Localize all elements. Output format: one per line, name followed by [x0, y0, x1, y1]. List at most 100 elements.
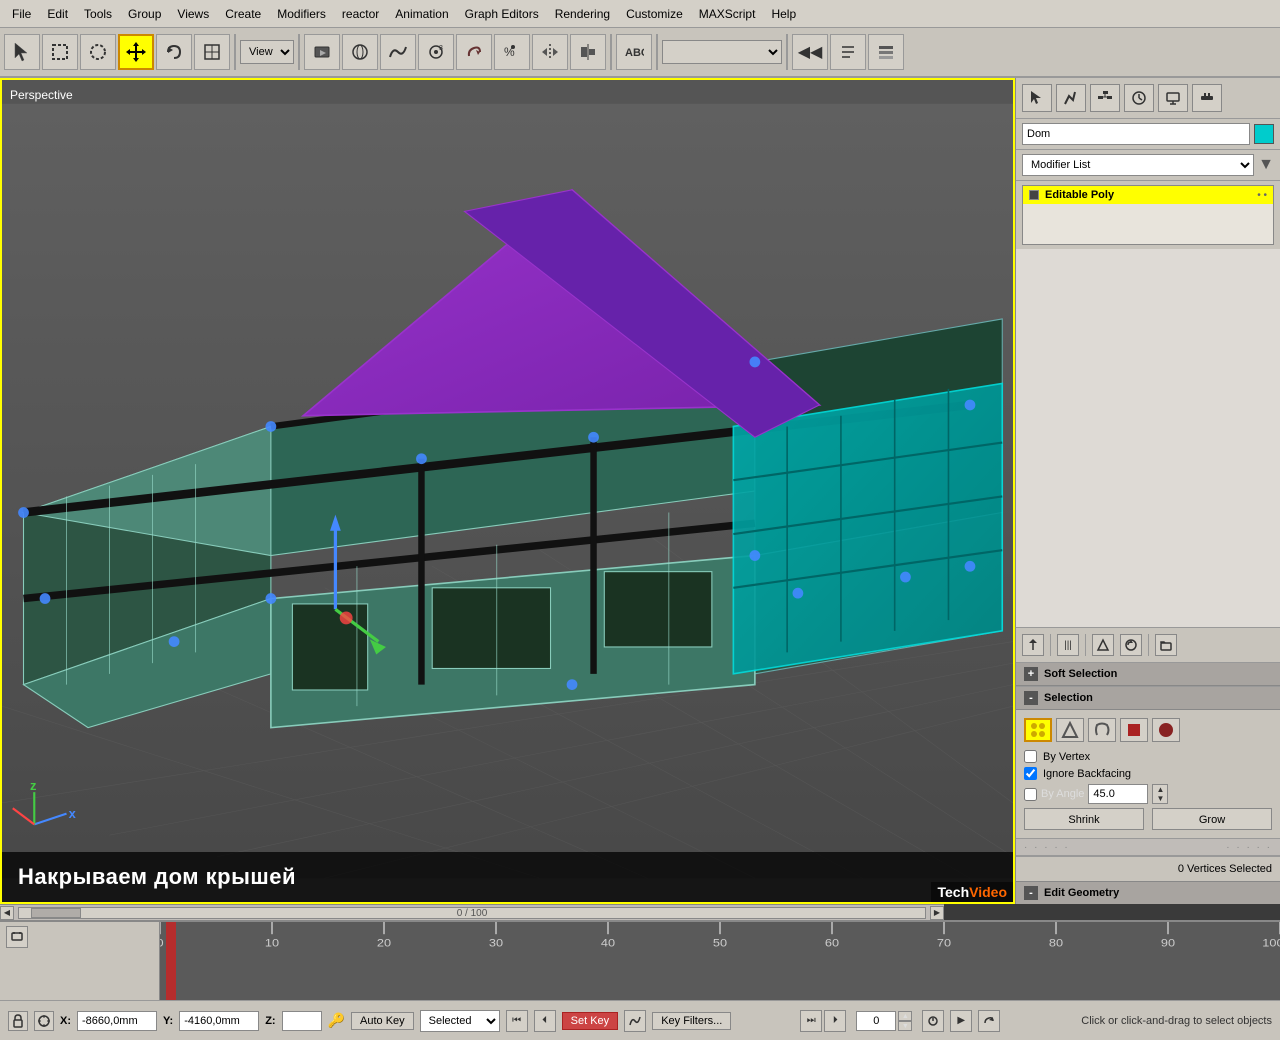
- menu-graph-editors[interactable]: Graph Editors: [457, 5, 547, 23]
- panel-motion-icon[interactable]: [1124, 84, 1154, 112]
- percent-btn[interactable]: %: [494, 34, 530, 70]
- scroll-right-arrow[interactable]: ▶: [930, 906, 944, 920]
- modifier-entry-editable-poly[interactable]: Editable Poly • •: [1023, 186, 1273, 204]
- frame-spinner[interactable]: ▲ ▼: [898, 1011, 912, 1031]
- scroll-handle[interactable]: [31, 908, 81, 918]
- menu-group[interactable]: Group: [120, 5, 169, 23]
- object-name-input[interactable]: [1022, 123, 1250, 145]
- angle-spinner-up[interactable]: ▲: [1153, 785, 1167, 794]
- menu-tools[interactable]: Tools: [76, 5, 120, 23]
- shrink-button[interactable]: Shrink: [1024, 808, 1144, 830]
- go-end-btn[interactable]: ⏭: [800, 1010, 822, 1032]
- menu-create[interactable]: Create: [217, 5, 269, 23]
- go-start-btn[interactable]: ⏮: [506, 1010, 528, 1032]
- menu-reactor[interactable]: reactor: [334, 5, 387, 23]
- rect-select-btn[interactable]: [42, 34, 78, 70]
- panel-display-icon[interactable]: [1158, 84, 1188, 112]
- selection-toggle[interactable]: -: [1024, 691, 1038, 705]
- curve-editor-icon[interactable]: [624, 1010, 646, 1032]
- sub-reset-icon[interactable]: [1120, 634, 1142, 656]
- snap-btn[interactable]: 3: [418, 34, 454, 70]
- rotate-snap-btn[interactable]: [456, 34, 492, 70]
- by-vertex-checkbox[interactable]: [1024, 750, 1037, 763]
- menu-help[interactable]: Help: [763, 5, 804, 23]
- view-dropdown[interactable]: View: [240, 40, 294, 64]
- sub-folder-icon[interactable]: [1155, 634, 1177, 656]
- key-filters-button[interactable]: Key Filters...: [652, 1012, 731, 1030]
- lock-icon[interactable]: [8, 1011, 28, 1031]
- current-frame-marker[interactable]: [166, 922, 176, 1000]
- region-btn[interactable]: [194, 34, 230, 70]
- grow-button[interactable]: Grow: [1152, 808, 1272, 830]
- soft-selection-toggle[interactable]: +: [1024, 667, 1038, 681]
- pin-icon[interactable]: [1022, 634, 1044, 656]
- move-tool-btn[interactable]: [118, 34, 154, 70]
- menu-modifiers[interactable]: Modifiers: [269, 5, 334, 23]
- scroll-left-arrow[interactable]: ◀: [0, 906, 14, 920]
- frame-spinner-up[interactable]: ▲: [898, 1011, 912, 1021]
- material-btn[interactable]: [342, 34, 378, 70]
- sel-vertex-icon[interactable]: [1024, 718, 1052, 742]
- menu-customize[interactable]: Customize: [618, 5, 691, 23]
- menu-maxscript[interactable]: MAXScript: [691, 5, 764, 23]
- abc-btn[interactable]: ABC: [616, 34, 652, 70]
- ignore-backfacing-checkbox[interactable]: [1024, 767, 1037, 780]
- sel-poly-icon[interactable]: [1120, 718, 1148, 742]
- z-coord-input[interactable]: [282, 1011, 322, 1031]
- sel-border-icon[interactable]: [1088, 718, 1116, 742]
- angle-spinner-down[interactable]: ▼: [1153, 794, 1167, 803]
- menu-views[interactable]: Views: [169, 5, 217, 23]
- selected-dropdown[interactable]: Selected All None: [420, 1010, 500, 1032]
- curve-btn[interactable]: [380, 34, 416, 70]
- named-sel-btn[interactable]: [830, 34, 866, 70]
- status-text: Click or click-and-drag to select object…: [1069, 1015, 1272, 1027]
- panel-select-icon[interactable]: [1022, 84, 1052, 112]
- prev-frame-btn[interactable]: ◀◀: [792, 34, 828, 70]
- x-coord-input[interactable]: [77, 1011, 157, 1031]
- by-angle-checkbox[interactable]: [1024, 788, 1037, 801]
- crosshair-icon[interactable]: [34, 1011, 54, 1031]
- render-preset-dropdown[interactable]: [662, 40, 782, 64]
- panel-hierarchy-icon[interactable]: [1090, 84, 1120, 112]
- menu-file[interactable]: File: [4, 5, 39, 23]
- modifier-stack[interactable]: Editable Poly • •: [1022, 185, 1274, 245]
- render-btn[interactable]: [304, 34, 340, 70]
- by-angle-input[interactable]: [1088, 784, 1148, 804]
- prev-frame-btn2[interactable]: ⏴: [534, 1010, 556, 1032]
- sel-element-icon[interactable]: [1152, 718, 1180, 742]
- next-frame-btn[interactable]: ⏵: [824, 1010, 846, 1032]
- sel-edge-icon[interactable]: [1056, 718, 1084, 742]
- soft-selection-header[interactable]: + Soft Selection: [1016, 663, 1280, 686]
- select-tool-btn[interactable]: [4, 34, 40, 70]
- playback-extra-2[interactable]: ▶: [950, 1010, 972, 1032]
- layers-btn[interactable]: [868, 34, 904, 70]
- playback-extra-3[interactable]: [978, 1010, 1000, 1032]
- edit-geometry-toggle[interactable]: -: [1024, 886, 1038, 900]
- by-angle-spinner[interactable]: ▲ ▼: [1152, 784, 1168, 804]
- modifier-list-dropdown[interactable]: Modifier List: [1022, 154, 1254, 176]
- viewport-scrollbar[interactable]: ◀ 0 / 100 ▶: [0, 904, 944, 920]
- object-color-swatch[interactable]: [1254, 124, 1274, 144]
- panel-modify-icon[interactable]: [1056, 84, 1086, 112]
- menu-animation[interactable]: Animation: [387, 5, 456, 23]
- menu-edit[interactable]: Edit: [39, 5, 76, 23]
- autokey-button[interactable]: Auto Key: [351, 1012, 414, 1030]
- panel-utilities-icon[interactable]: [1192, 84, 1222, 112]
- modifier-dropdown-arrow[interactable]: ▼: [1258, 156, 1274, 174]
- frame-spinner-down[interactable]: ▼: [898, 1021, 912, 1031]
- viewport[interactable]: Perspective: [0, 78, 1015, 904]
- mirror-btn[interactable]: [532, 34, 568, 70]
- timeline-icon[interactable]: [6, 926, 28, 948]
- menu-rendering[interactable]: Rendering: [547, 5, 618, 23]
- circle-select-btn[interactable]: [80, 34, 116, 70]
- sub-edge-icon[interactable]: [1092, 634, 1114, 656]
- sub-vertex-icon[interactable]: |||: [1057, 634, 1079, 656]
- set-key-button[interactable]: Set Key: [562, 1012, 619, 1030]
- undo-btn[interactable]: [156, 34, 192, 70]
- y-coord-input[interactable]: [179, 1011, 259, 1031]
- align-btn[interactable]: [570, 34, 606, 70]
- selection-header[interactable]: - Selection: [1016, 687, 1280, 710]
- frame-number-input[interactable]: [856, 1011, 896, 1031]
- playback-extra-1[interactable]: [922, 1010, 944, 1032]
- edit-geometry-header[interactable]: - Edit Geometry: [1016, 881, 1280, 904]
